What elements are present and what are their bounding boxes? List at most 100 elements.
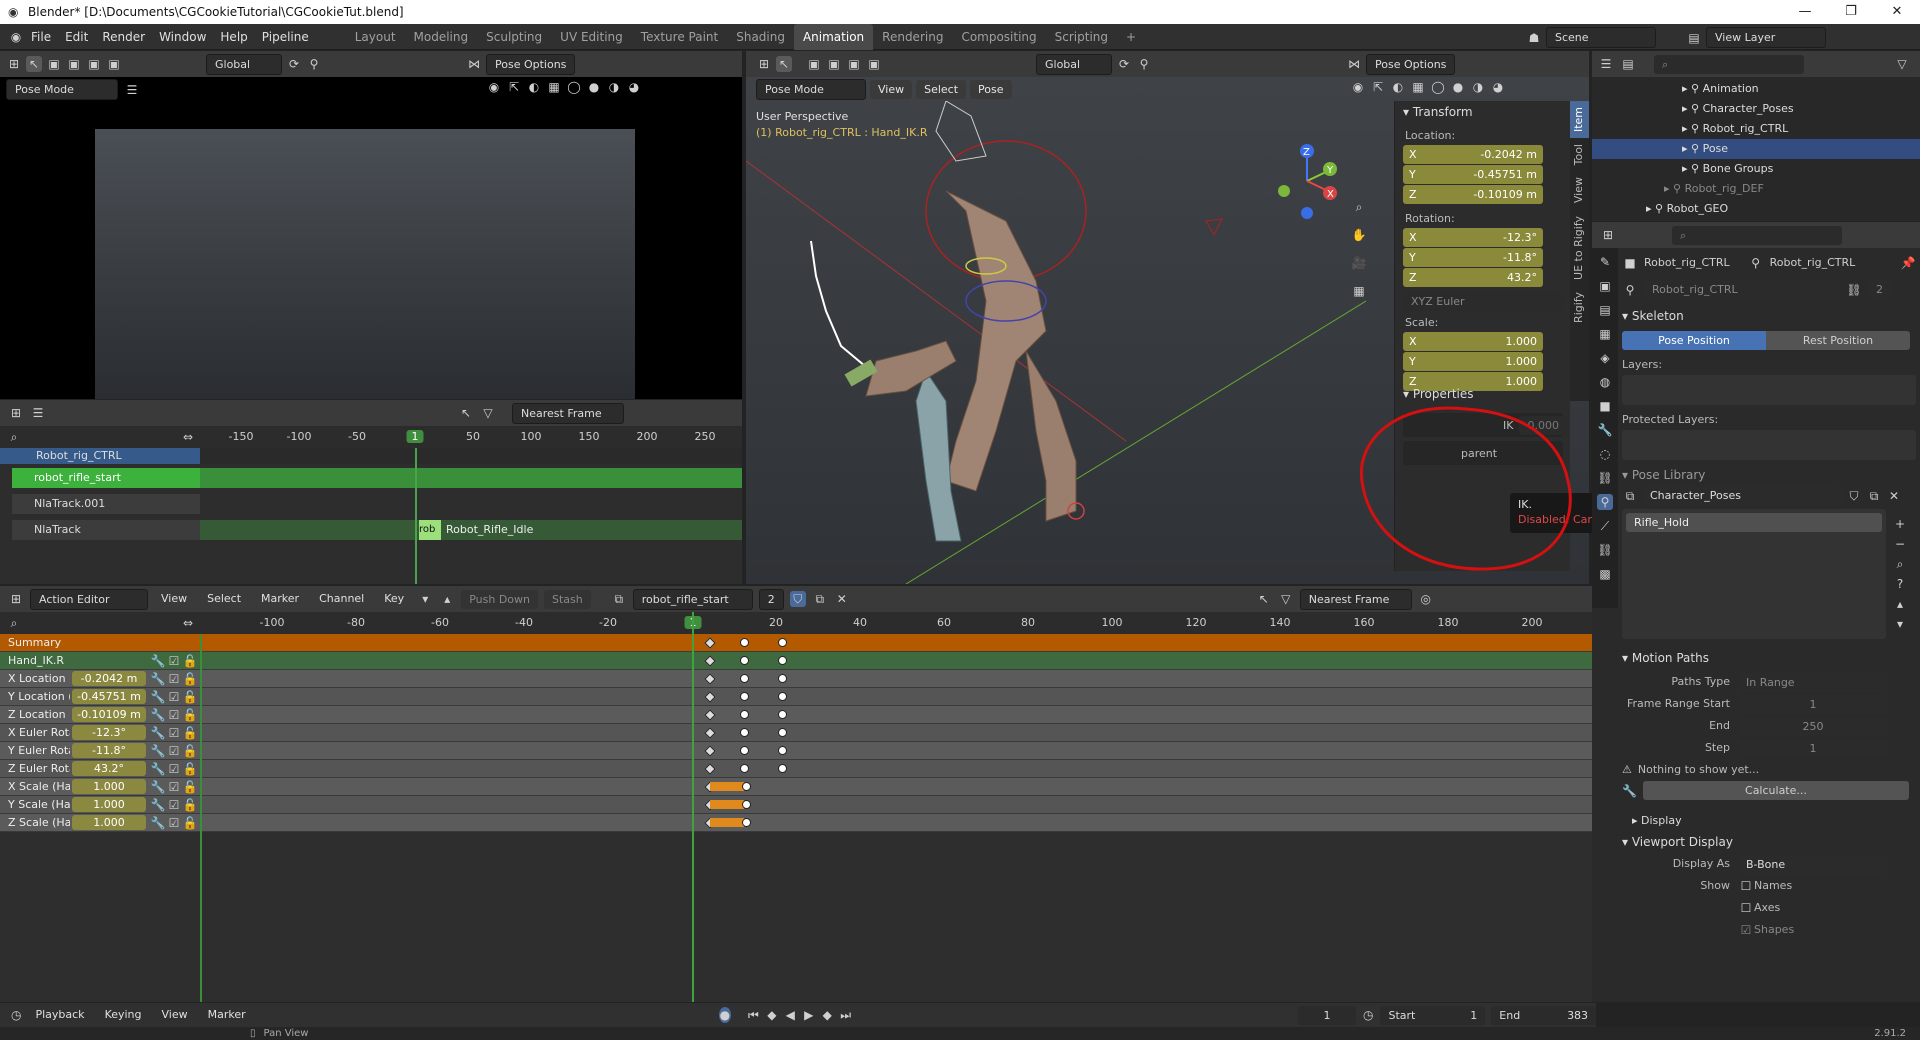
channel-value[interactable]: -0.10109 m bbox=[72, 707, 146, 722]
output-tab-icon[interactable]: ▤ bbox=[1597, 302, 1613, 318]
keyframe[interactable] bbox=[740, 746, 749, 755]
left-mode-dropdown[interactable]: Pose Mode bbox=[6, 79, 118, 100]
channel-row[interactable]: Z Location (-0.10109 m 🔧 ☑ 🔓 bbox=[0, 706, 1596, 724]
camera-view-icon[interactable]: 🎥 bbox=[1351, 255, 1367, 271]
xray-icon[interactable]: ▦ bbox=[546, 79, 562, 95]
object-tab-icon[interactable]: ■ bbox=[1597, 398, 1613, 414]
frame-range-end-field[interactable]: 250 bbox=[1738, 716, 1888, 736]
keyframe[interactable] bbox=[740, 728, 749, 737]
armature-datablock-field[interactable]: Robot_rig_CTRL bbox=[1644, 280, 1840, 299]
display-expand-icon[interactable]: ▸ bbox=[1632, 814, 1641, 827]
channel-value[interactable]: -0.2042 m bbox=[72, 671, 146, 686]
outliner-row[interactable]: ▸ ⚲ Character_Poses bbox=[1592, 99, 1920, 119]
display-as-dropdown[interactable]: B-Bone bbox=[1738, 854, 1888, 874]
rotation-mode-dropdown[interactable]: XYZ Euler bbox=[1403, 292, 1563, 311]
rest-position-button[interactable]: Rest Position bbox=[1766, 331, 1910, 350]
view-layer-tab-icon[interactable]: ▦ bbox=[1597, 326, 1613, 342]
channel-value[interactable]: -0.45751 m bbox=[72, 689, 146, 704]
tab-uv-editing[interactable]: UV Editing bbox=[551, 24, 632, 50]
gizmo-icon[interactable]: ⇱ bbox=[506, 79, 522, 95]
outliner-row[interactable]: ▸ ⚲ Robot_rig_CTRL bbox=[1592, 119, 1920, 139]
ae-snap-dropdown[interactable]: Nearest Frame bbox=[1299, 588, 1412, 610]
transform-collapse-icon[interactable]: ▾ bbox=[1403, 105, 1413, 119]
keyframe[interactable] bbox=[740, 638, 749, 647]
keyframe[interactable] bbox=[778, 656, 787, 665]
pose-library-close-icon[interactable]: ✕ bbox=[1886, 488, 1902, 504]
scene-tab-icon[interactable]: ◈ bbox=[1597, 350, 1613, 366]
armature-users[interactable]: 2 bbox=[1868, 280, 1891, 299]
tab-view[interactable]: View bbox=[1570, 171, 1589, 209]
zoom-icon[interactable]: ⌕ bbox=[1351, 199, 1367, 215]
render-tab-icon[interactable]: ▣ bbox=[1597, 278, 1613, 294]
nla-swap-icon[interactable]: ⇔ bbox=[180, 429, 196, 445]
channel-lock-icon[interactable]: 🔓 bbox=[182, 797, 198, 813]
nla-track-action[interactable]: robot_rifle_start bbox=[12, 468, 200, 488]
play-icon[interactable]: ▶ bbox=[803, 1007, 815, 1023]
left-orientation-dropdown[interactable]: Global bbox=[206, 53, 282, 75]
3d-select-box-icon[interactable]: ▣ bbox=[806, 56, 822, 72]
nla-editor-type-icon[interactable]: ⊞ bbox=[8, 405, 24, 421]
unlink-action-icon[interactable]: ✕ bbox=[834, 591, 850, 607]
viewport-display-collapse-icon[interactable]: ▾ bbox=[1622, 835, 1632, 849]
outliner-row[interactable]: ▸ ⚲ Robot_rig_DEF bbox=[1592, 179, 1920, 199]
3d-select-extend-icon[interactable]: ▣ bbox=[826, 56, 842, 72]
3d-overlay-icon[interactable]: ◐ bbox=[1390, 79, 1406, 95]
channel-lock-icon[interactable]: 🔓 bbox=[182, 725, 198, 741]
channel-wrench-icon[interactable]: 🔧 bbox=[150, 671, 166, 687]
channel-check-icon[interactable]: ☑ bbox=[166, 707, 182, 723]
nla-editor[interactable]: ⊞ ☰ ↖ ▽ Nearest Frame ⌕ ⇔ -150 -100 -50 … bbox=[0, 400, 742, 584]
properties-type-icon[interactable]: ⊞ bbox=[1600, 227, 1616, 243]
pin-icon[interactable]: 📌 bbox=[1900, 255, 1916, 271]
channel-check-icon[interactable]: ☑ bbox=[166, 779, 182, 795]
texture-tab-icon[interactable]: ▩ bbox=[1597, 566, 1613, 582]
ae-editor-type-icon[interactable]: ⊞ bbox=[8, 591, 24, 607]
keyframe[interactable] bbox=[742, 800, 751, 809]
modifier-tab-icon[interactable]: 🔧 bbox=[1597, 422, 1613, 438]
nla-track-001[interactable]: NlaTrack.001 bbox=[12, 494, 200, 514]
channel-row[interactable]: Z Scale (Ha 1.000 🔧 ☑ 🔓 bbox=[0, 814, 1596, 832]
select-tool-icon[interactable]: ↖ bbox=[26, 56, 42, 72]
close-icon[interactable]: ✕ bbox=[1874, 0, 1920, 24]
3d-orientation-dropdown[interactable]: Global bbox=[1036, 53, 1112, 75]
channel-row[interactable]: Y Location (-0.45751 m 🔧 ☑ 🔓 bbox=[0, 688, 1596, 706]
visibility-icon[interactable]: ◉ bbox=[486, 79, 502, 95]
ae-menu-select[interactable]: Select bbox=[200, 586, 248, 612]
pan-hand-icon[interactable]: ✋ bbox=[1351, 227, 1367, 243]
scene-selector[interactable]: Scene bbox=[1546, 27, 1656, 48]
ae-layer-down-icon[interactable]: ▾ bbox=[417, 591, 433, 607]
prev-key-icon[interactable]: ◆ bbox=[766, 1007, 778, 1023]
outliner-type-icon[interactable]: ☰ bbox=[1598, 56, 1614, 72]
tab-sculpting[interactable]: Sculpting bbox=[477, 24, 551, 50]
protected-layers-grid[interactable] bbox=[1622, 430, 1916, 460]
start-frame-field[interactable]: Start 1 bbox=[1380, 1005, 1486, 1025]
3d-wireframe-icon[interactable]: ◯ bbox=[1430, 79, 1446, 95]
channel-lock-icon[interactable]: 🔓 bbox=[182, 815, 198, 831]
physics-tab-icon[interactable]: ◌ bbox=[1597, 446, 1613, 462]
channel-check-icon[interactable]: ☑ bbox=[166, 761, 182, 777]
armature-tab-icon[interactable]: ⚲ bbox=[1597, 494, 1613, 510]
channel-row[interactable]: Y Euler Rota -11.8° 🔧 ☑ 🔓 bbox=[0, 742, 1596, 760]
show-shapes-checkbox[interactable]: ☑ bbox=[1738, 922, 1754, 938]
outliner-row[interactable]: ▸ ⚲ Bone Groups bbox=[1592, 159, 1920, 179]
outliner-filter-icon[interactable]: ▽ bbox=[1894, 56, 1910, 72]
nla-track-object[interactable]: Robot_rig_CTRL bbox=[0, 448, 200, 464]
keyframe[interactable] bbox=[778, 710, 787, 719]
menu-window[interactable]: Window bbox=[152, 24, 213, 50]
location-y-field[interactable]: Y -0.45751 m bbox=[1403, 165, 1543, 184]
nla-strip[interactable]: rob bbox=[419, 520, 441, 540]
scale-x-field[interactable]: X 1.000 bbox=[1403, 332, 1543, 351]
location-z-field[interactable]: Z -0.10109 m bbox=[1403, 185, 1543, 204]
record-icon[interactable]: ● bbox=[718, 1007, 732, 1023]
3d-visibility-icon[interactable]: ◉ bbox=[1350, 79, 1366, 95]
pose-list[interactable]: Rifle_Hold bbox=[1622, 509, 1886, 639]
tab-item[interactable]: Item bbox=[1570, 101, 1589, 139]
tab-texture-paint[interactable]: Texture Paint bbox=[632, 24, 727, 50]
menu-render[interactable]: Render bbox=[95, 24, 152, 50]
view-layer-selector[interactable]: View Layer bbox=[1706, 27, 1826, 48]
menu-help[interactable]: Help bbox=[213, 24, 254, 50]
layers-grid[interactable] bbox=[1622, 375, 1916, 405]
channel-check-icon[interactable]: ☑ bbox=[166, 797, 182, 813]
jump-end-icon[interactable]: ⏭ bbox=[839, 1007, 851, 1023]
pose-library-field[interactable]: Character_Poses bbox=[1642, 486, 1842, 505]
channel-check-icon[interactable]: ☑ bbox=[166, 815, 182, 831]
